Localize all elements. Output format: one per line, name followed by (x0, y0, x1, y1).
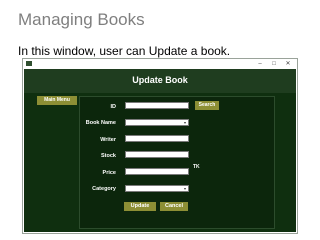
update-button[interactable]: Update (124, 202, 156, 211)
category-label: Category (92, 186, 116, 192)
slide-title: Managing Books (18, 10, 145, 29)
writer-field[interactable] (125, 135, 189, 142)
book-name-dropdown[interactable]: ▾ (125, 119, 189, 126)
form-header: Update Book (24, 69, 296, 93)
price-field[interactable] (125, 168, 189, 175)
id-field[interactable] (125, 102, 189, 109)
id-label: ID (110, 104, 117, 110)
chevron-down-icon: ▾ (184, 120, 187, 125)
category-dropdown[interactable]: ▾ (125, 185, 189, 192)
close-icon[interactable]: ✕ (281, 59, 295, 69)
writer-label: Writer (100, 137, 116, 143)
chevron-down-icon: ▾ (184, 186, 187, 191)
book-name-label: Book Name (85, 120, 116, 126)
slide-subtitle: In this window, user can Update a book. (18, 44, 231, 58)
maximize-icon[interactable]: □ (267, 59, 281, 69)
stock-label: Stock (101, 153, 116, 159)
window-titlebar: – □ ✕ (23, 59, 297, 69)
price-unit-label: TK (193, 164, 200, 170)
search-button[interactable]: Search (195, 101, 219, 110)
cancel-button[interactable]: Cancel (160, 202, 188, 211)
form-title: Update Book (132, 75, 188, 85)
price-label: Price (102, 170, 116, 176)
app-icon (26, 61, 32, 66)
minimize-icon[interactable]: – (253, 59, 267, 69)
stock-field[interactable] (125, 151, 189, 158)
